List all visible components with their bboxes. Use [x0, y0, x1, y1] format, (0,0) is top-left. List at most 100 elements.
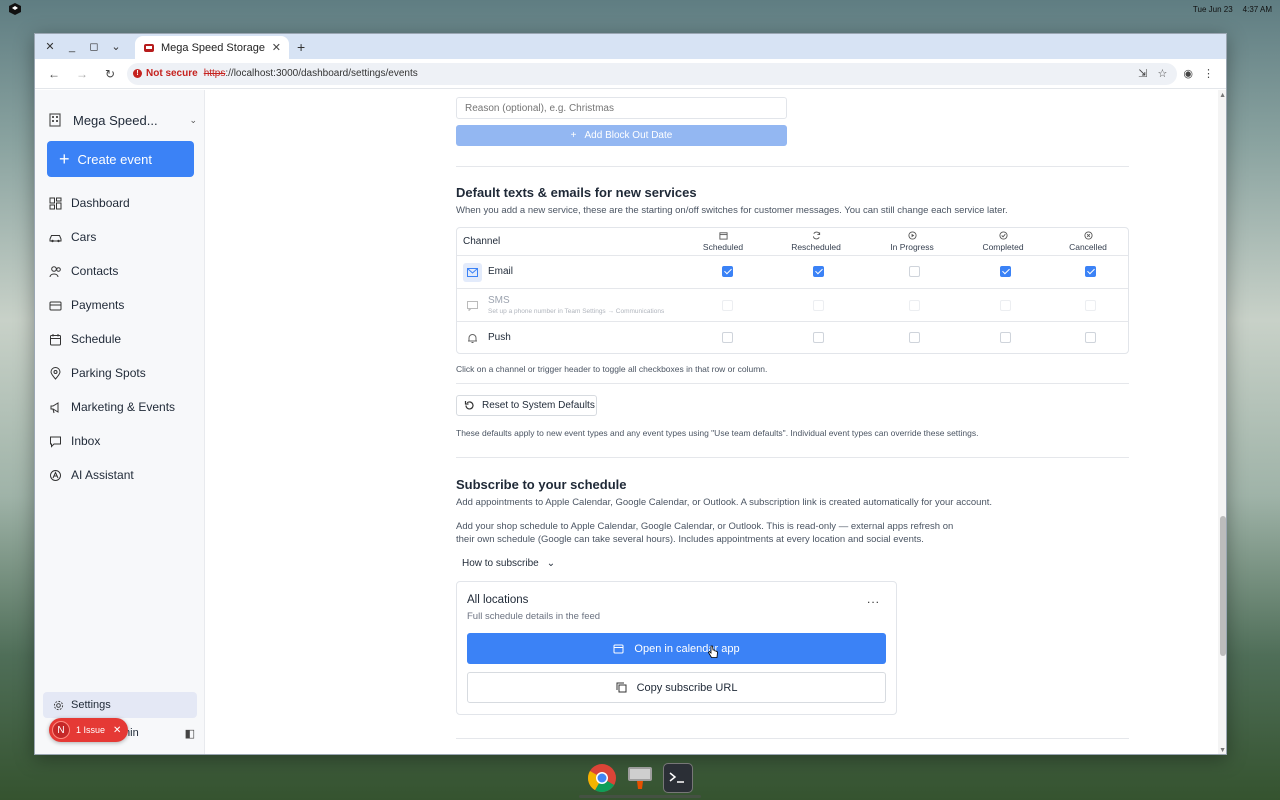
sidebar-nav: Dashboard Cars Contacts Payments Schedul…: [47, 186, 197, 492]
system-clock[interactable]: Tue Jun 23 4:37 AM: [1193, 5, 1272, 14]
org-name: Mega Speed...: [73, 112, 158, 128]
sidebar-item-dashboard[interactable]: Dashboard: [47, 186, 197, 220]
checkbox-push-cancelled[interactable]: [1085, 332, 1096, 343]
column-header-scheduled[interactable]: Scheduled: [683, 231, 763, 252]
reset-icon: [464, 401, 474, 410]
sidebar-item-ai-assistant[interactable]: AI Assistant: [47, 458, 197, 492]
checkbox-email-scheduled[interactable]: [722, 266, 733, 277]
back-icon[interactable]: ←: [43, 63, 65, 85]
profile-icon[interactable]: ◉: [1183, 67, 1193, 80]
sidebar-item-label: Cars: [71, 230, 97, 244]
column-header-cancelled[interactable]: Cancelled: [1048, 231, 1128, 252]
main-content: + Add Block Out Date Default texts & ema…: [205, 90, 1226, 754]
column-header-in-progress[interactable]: In Progress: [872, 231, 952, 252]
window-minimize-icon[interactable]: _: [61, 36, 83, 58]
sidebar-item-payments[interactable]: Payments: [47, 288, 197, 322]
column-label: Scheduled: [702, 242, 744, 252]
window-maximize-icon[interactable]: ◻: [83, 36, 105, 58]
create-event-button[interactable]: + Create event: [47, 141, 194, 177]
close-icon[interactable]: ✕: [113, 725, 121, 736]
settings-label: Settings: [71, 699, 111, 711]
sidebar-item-marketing-events[interactable]: Marketing & Events: [47, 390, 197, 424]
install-app-icon[interactable]: ⇲: [1138, 67, 1147, 80]
os-logo-icon[interactable]: [8, 2, 22, 16]
notification-defaults-table: Channel Scheduled Rescheduled In Progres…: [456, 227, 1129, 354]
checkbox-email-in-progress[interactable]: [909, 266, 920, 277]
checkbox-email-cancelled[interactable]: [1085, 266, 1096, 277]
column-label: Rescheduled: [791, 242, 841, 252]
checkbox-email-completed[interactable]: [1000, 266, 1011, 277]
bookmark-star-icon[interactable]: ☆: [1158, 67, 1168, 80]
column-label: Completed: [982, 242, 1024, 252]
how-to-subscribe-toggle[interactable]: How to subscribe ⌄: [462, 558, 555, 569]
collapse-sidebar-icon[interactable]: ◧: [185, 727, 195, 740]
scroll-up-icon[interactable]: ▲: [1219, 92, 1226, 99]
reload-icon[interactable]: ↻: [99, 63, 121, 85]
chevron-down-icon: ⌄: [546, 558, 556, 569]
clock-date: Tue Jun 23: [1192, 4, 1233, 14]
app-launcher-icon[interactable]: [625, 763, 655, 793]
row-label-push[interactable]: Push: [488, 332, 511, 343]
channel-header[interactable]: Channel: [463, 236, 500, 247]
sidebar-item-settings[interactable]: Settings: [43, 692, 197, 718]
browser-menu-icon[interactable]: ⋮: [1203, 67, 1214, 80]
sidebar-item-label: Inbox: [71, 434, 101, 448]
checkbox-push-in-progress[interactable]: [909, 332, 920, 343]
copy-subscribe-url-button[interactable]: Copy subscribe URL: [467, 672, 886, 703]
sidebar-item-parking-spots[interactable]: Parking Spots: [47, 356, 197, 390]
add-block-out-date-button[interactable]: + Add Block Out Date: [456, 125, 787, 146]
how-to-subscribe-label: How to subscribe: [462, 558, 539, 569]
checkbox-push-completed[interactable]: [1000, 332, 1011, 343]
sidebar-item-schedule[interactable]: Schedule: [47, 322, 197, 356]
reset-defaults-button[interactable]: Reset to System Defaults: [456, 395, 597, 416]
tab-close-icon[interactable]: ✕: [272, 41, 281, 54]
sidebar-item-inbox[interactable]: Inbox: [47, 424, 197, 458]
row-label-sms: SMS: [488, 295, 510, 306]
security-indicator[interactable]: ! Not secure: [133, 68, 198, 79]
chrome-icon[interactable]: [587, 763, 617, 793]
checkbox-email-rescheduled[interactable]: [813, 266, 824, 277]
table-row-sms: SMS Set up a phone number in Team Settin…: [457, 288, 1128, 321]
refresh-icon: [812, 231, 820, 240]
desktop-top-bar: Tue Jun 23 4:37 AM: [0, 0, 1280, 18]
issues-badge[interactable]: N 1 Issue ✕: [49, 718, 128, 742]
calendar-icon: [613, 644, 624, 654]
vertical-scrollbar[interactable]: ▲ ▼: [1218, 90, 1226, 754]
sidebar-item-cars[interactable]: Cars: [47, 220, 197, 254]
new-tab-icon[interactable]: +: [297, 39, 305, 55]
scrollbar-thumb[interactable]: [1220, 516, 1226, 656]
tab-search-icon[interactable]: ⌄: [105, 36, 127, 58]
row-label-email[interactable]: Email: [488, 266, 513, 277]
taskbar-dock: [579, 758, 701, 798]
megaphone-icon: [50, 401, 59, 413]
create-event-label: Create event: [77, 151, 152, 167]
window-close-icon[interactable]: ✕: [39, 36, 61, 58]
more-options-icon[interactable]: ...: [867, 592, 880, 606]
scroll-down-icon[interactable]: ▼: [1219, 747, 1226, 754]
terminal-icon[interactable]: [663, 763, 693, 793]
column-header-completed[interactable]: Completed: [963, 231, 1043, 252]
app-area: Mega Speed... ⌄ + Create event Dashboard…: [35, 90, 1226, 754]
column-header-rescheduled[interactable]: Rescheduled: [776, 231, 856, 252]
url-bar[interactable]: ! Not secure https://localhost:3000/dash…: [127, 62, 1178, 85]
column-label: In Progress: [890, 242, 934, 252]
browser-tab[interactable]: Mega Speed Storage ✕: [135, 36, 289, 59]
warning-icon: !: [133, 69, 142, 78]
checkbox-sms-scheduled: [722, 300, 733, 311]
address-bar: ← → ↻ ! Not secure https://localhost:300…: [35, 59, 1226, 89]
column-label: Cancelled: [1069, 242, 1107, 252]
building-icon: [49, 113, 61, 127]
checkbox-push-rescheduled[interactable]: [813, 332, 824, 343]
reason-input[interactable]: [456, 97, 787, 119]
browser-window: ✕ _ ◻ ⌄ Mega Speed Storage ✕ + ← → ↻ ! N…: [34, 33, 1227, 755]
dashboard-icon: [49, 197, 62, 209]
x-circle-icon: [1083, 231, 1093, 240]
issue-label: 1 Issue: [76, 725, 106, 735]
org-switcher[interactable]: Mega Speed... ⌄: [47, 106, 197, 134]
open-calendar-app-button[interactable]: Open in calendar app: [467, 633, 886, 664]
plus-icon: +: [59, 149, 70, 169]
forward-icon[interactable]: →: [71, 63, 93, 85]
checkbox-push-scheduled[interactable]: [722, 332, 733, 343]
sidebar-item-contacts[interactable]: Contacts: [47, 254, 197, 288]
check-circle-icon: [998, 231, 1008, 240]
